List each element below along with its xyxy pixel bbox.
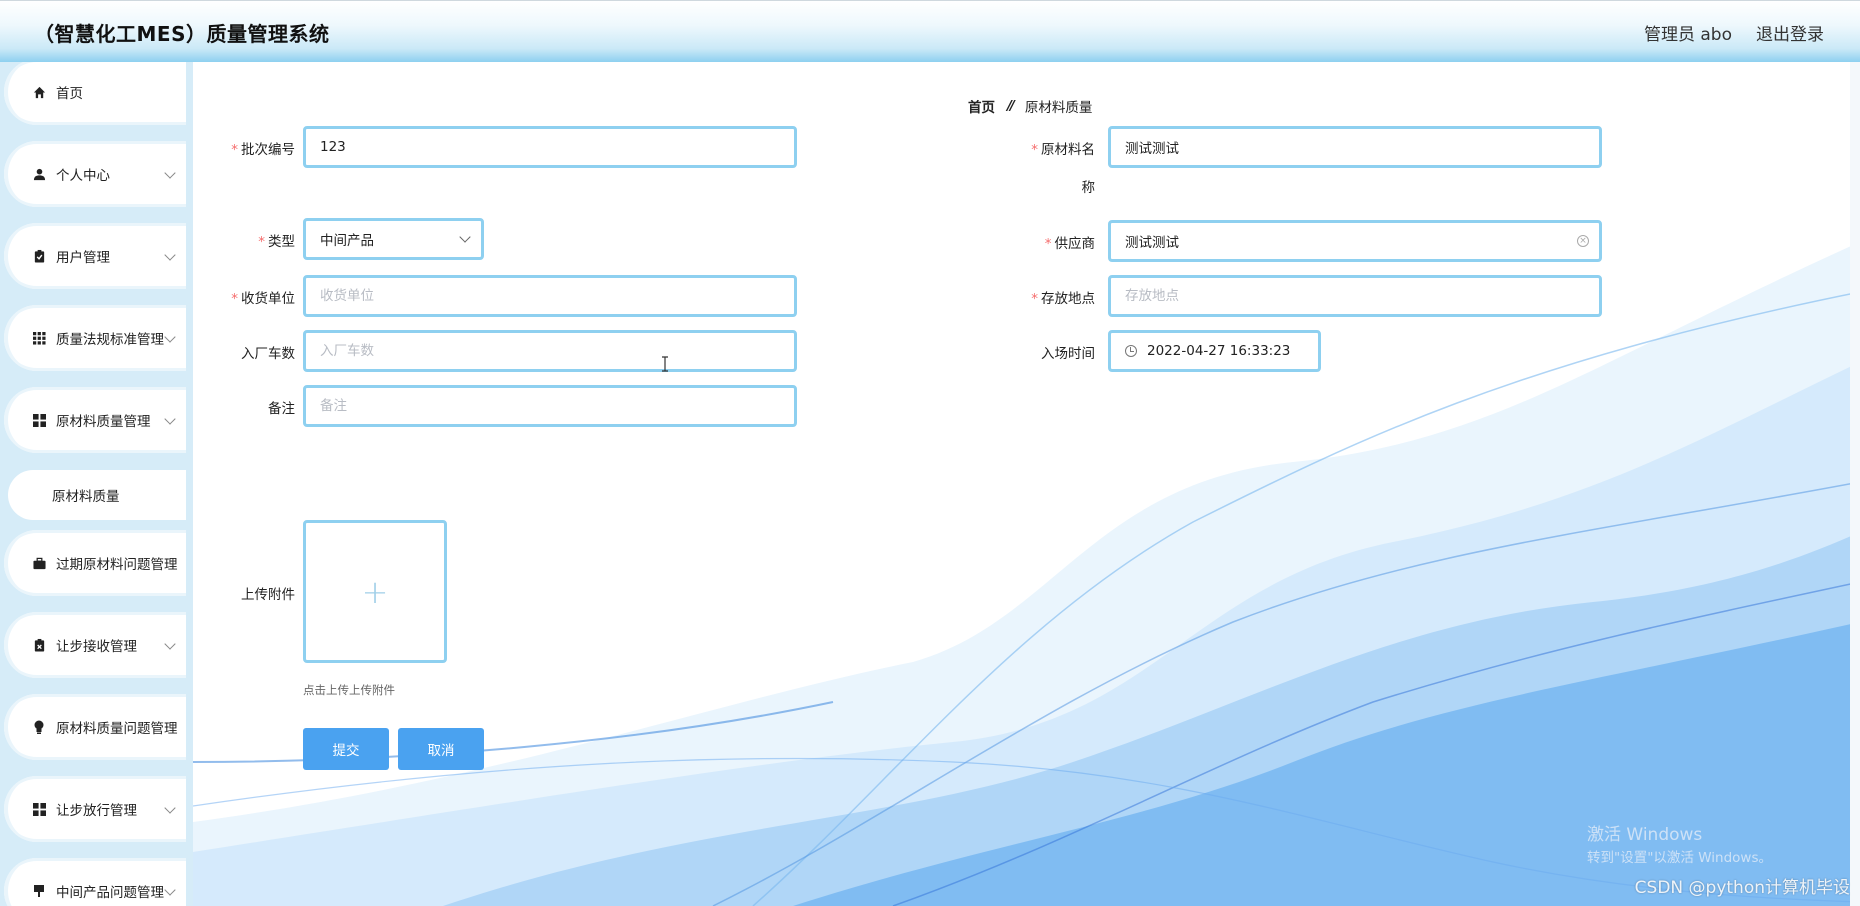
batch-no-text[interactable] bbox=[320, 139, 794, 155]
csdn-watermark: CSDN @python计算机毕设 bbox=[1634, 878, 1850, 898]
grid4-icon bbox=[32, 802, 46, 816]
trucks-label: 入厂车数 bbox=[241, 346, 295, 362]
plus-icon: + bbox=[361, 572, 389, 611]
sidebar-item-home[interactable]: 首页 bbox=[4, 62, 186, 125]
submit-button[interactable]: 提交 bbox=[303, 728, 389, 770]
supplier-text[interactable] bbox=[1125, 233, 1599, 249]
breadcrumb-home[interactable]: 首页 bbox=[968, 96, 995, 116]
windows-activation-subtitle: 转到"设置"以激活 Windows。 bbox=[1587, 850, 1772, 866]
material-name-input[interactable] bbox=[1108, 126, 1602, 168]
sidebar-subitem-label: 原材料质量 bbox=[52, 489, 120, 505]
attachment-label: 上传附件 bbox=[241, 587, 295, 603]
batch-no-label: * 批次编号 bbox=[231, 142, 295, 158]
material-name-label-wrap: 称 bbox=[1081, 180, 1096, 196]
receiver-text[interactable] bbox=[320, 288, 794, 304]
supplier-input[interactable]: × bbox=[1108, 220, 1602, 262]
receiver-label: * 收货单位 bbox=[231, 291, 295, 307]
clipboard-icon bbox=[32, 249, 46, 263]
type-selected-value: 中间产品 bbox=[320, 233, 374, 249]
supplier-label: * 供应商 bbox=[1044, 236, 1095, 252]
breadcrumb-current: 原材料质量 bbox=[1024, 100, 1093, 116]
grid-icon bbox=[32, 331, 46, 345]
remark-text[interactable] bbox=[320, 398, 794, 414]
breadcrumb: 首页 // 原材料质量 bbox=[968, 96, 1092, 116]
trucks-text[interactable] bbox=[320, 343, 794, 359]
chevron-down-icon bbox=[164, 884, 176, 896]
material-name-text[interactable] bbox=[1125, 139, 1599, 155]
sidebar-item-label: 让步放行管理 bbox=[56, 803, 137, 819]
chevron-down-icon bbox=[164, 331, 176, 343]
sidebar-item-label: 过期原材料问题管理 bbox=[56, 557, 178, 573]
chevron-down-icon bbox=[164, 802, 176, 814]
sidebar-item-label: 让步接收管理 bbox=[56, 639, 137, 655]
upload-area[interactable]: + bbox=[303, 520, 447, 663]
type-select[interactable]: 中间产品 bbox=[303, 218, 484, 260]
storage-text[interactable] bbox=[1125, 288, 1599, 304]
sidebar-item-regulations[interactable]: 质量法规标准管理 bbox=[4, 305, 186, 371]
sidebar-item-label: 原材料质量问题管理 bbox=[56, 721, 178, 737]
chevron-down-icon bbox=[164, 167, 176, 179]
entry-time-value: 2022-04-27 16:33:23 bbox=[1147, 343, 1291, 359]
briefcase-icon bbox=[32, 556, 46, 570]
sidebar-item-personal[interactable]: 个人中心 bbox=[4, 141, 186, 207]
storage-input[interactable] bbox=[1108, 275, 1602, 317]
sidebar-item-concession-accept[interactable]: 让步接收管理 bbox=[4, 612, 186, 678]
sidebar-item-label: 用户管理 bbox=[56, 250, 110, 266]
entry-time-picker[interactable]: 2022-04-27 16:33:23 bbox=[1108, 330, 1321, 372]
grid4-icon bbox=[32, 413, 46, 427]
entry-time-label: 入场时间 bbox=[1041, 346, 1095, 362]
receiver-input[interactable] bbox=[303, 275, 797, 317]
chevron-down-icon bbox=[459, 231, 471, 243]
person-icon bbox=[32, 167, 46, 181]
clipboard-x-icon bbox=[32, 638, 46, 652]
logout-link[interactable]: 退出登录 bbox=[1756, 20, 1824, 45]
main-content: 首页 // 原材料质量 *批次编号 *原材料名 称 *类型 中间产品 *供应商 … bbox=[193, 62, 1860, 906]
chevron-down-icon bbox=[164, 638, 176, 650]
sidebar: 首页 个人中心 用户管理 质量法规标准管理 原材料质量管理 原材料质量 过期原材… bbox=[0, 62, 193, 906]
windows-activation-title: 激活 Windows bbox=[1587, 825, 1703, 845]
storage-label: * 存放地点 bbox=[1031, 291, 1095, 307]
type-label: * 类型 bbox=[258, 234, 295, 250]
sidebar-item-material-quality[interactable]: 原材料质量管理 bbox=[4, 387, 186, 453]
material-name-label: * 原材料名 bbox=[1031, 142, 1095, 158]
sidebar-item-intermediate-issues[interactable]: 中间产品问题管理 bbox=[4, 858, 186, 906]
sidebar-item-label: 质量法规标准管理 bbox=[56, 332, 164, 348]
breadcrumb-separator: // bbox=[1007, 98, 1015, 114]
current-user: 管理员 abo bbox=[1643, 25, 1732, 45]
sidebar-item-label: 首页 bbox=[56, 86, 83, 102]
trucks-input[interactable] bbox=[303, 330, 797, 372]
sidebar-item-material-issues[interactable]: 原材料质量问题管理 bbox=[4, 694, 186, 760]
clock-icon bbox=[1125, 345, 1137, 357]
sidebar-item-label: 个人中心 bbox=[56, 168, 110, 184]
sidebar-item-concession-release[interactable]: 让步放行管理 bbox=[4, 776, 186, 842]
app-title: （智慧化工MES）质量管理系统 bbox=[34, 22, 330, 46]
scrollbar[interactable] bbox=[1850, 62, 1860, 906]
top-header: （智慧化工MES）质量管理系统 管理员 abo 退出登录 bbox=[0, 0, 1860, 62]
remark-label: 备注 bbox=[268, 401, 295, 417]
sidebar-item-expired-material[interactable]: 过期原材料问题管理 bbox=[4, 530, 186, 596]
cancel-button[interactable]: 取消 bbox=[398, 728, 484, 770]
text-cursor-icon bbox=[662, 356, 668, 372]
remark-input[interactable] bbox=[303, 385, 797, 427]
sidebar-item-label: 原材料质量管理 bbox=[56, 414, 151, 430]
clear-icon[interactable]: × bbox=[1577, 235, 1589, 247]
wave-background bbox=[193, 242, 1860, 906]
sidebar-subitem-material-quality[interactable]: 原材料质量 bbox=[8, 470, 186, 520]
sidebar-item-label: 中间产品问题管理 bbox=[56, 885, 164, 901]
user-area: 管理员 abo 退出登录 bbox=[1644, 20, 1824, 45]
chevron-down-icon bbox=[164, 249, 176, 261]
home-icon bbox=[32, 85, 46, 99]
chevron-down-icon bbox=[164, 413, 176, 425]
upload-tip: 点击上传上传附件 bbox=[303, 683, 395, 697]
sidebar-item-users[interactable]: 用户管理 bbox=[4, 223, 186, 289]
bulb-icon bbox=[32, 720, 46, 734]
batch-no-input[interactable] bbox=[303, 126, 797, 168]
mug-icon bbox=[32, 884, 46, 898]
